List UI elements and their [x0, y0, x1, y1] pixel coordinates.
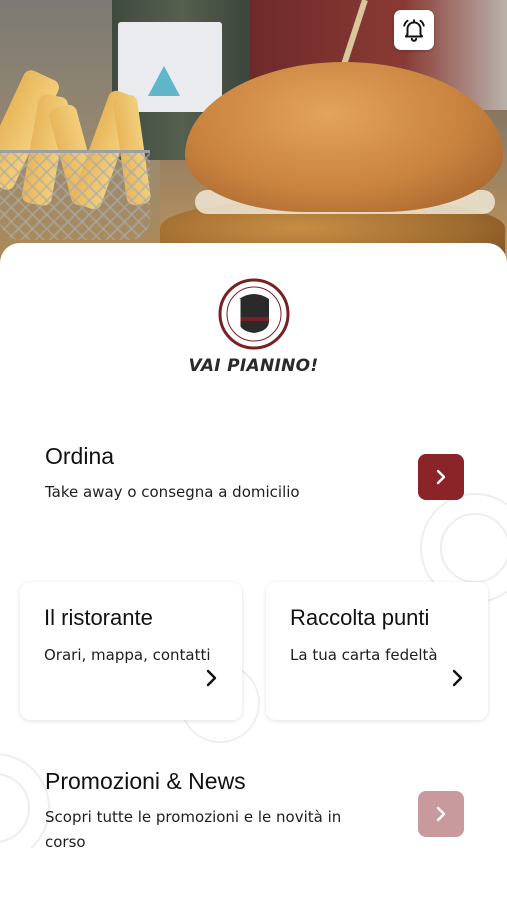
chevron-right-icon	[206, 669, 217, 687]
chevron-right-icon	[436, 806, 446, 822]
card-restaurant-subtitle: Orari, mappa, contatti	[44, 646, 211, 664]
bell-icon	[403, 19, 425, 42]
promo-subtitle-line1: Scopri tutte le promozioni e le novità i…	[45, 808, 342, 826]
card-restaurant[interactable]: Il ristorante Orari, mappa, contatti	[20, 582, 242, 720]
card-loyalty[interactable]: Raccolta punti La tua carta fedeltà	[266, 582, 488, 720]
order-button[interactable]	[418, 454, 464, 500]
chevron-right-icon	[436, 469, 446, 485]
decor-circle	[440, 513, 507, 583]
chevron-right-icon	[452, 669, 463, 687]
brand-name: VAI PIANINO!	[188, 356, 319, 376]
card-restaurant-title: Il ristorante	[44, 605, 153, 630]
brand-logo	[218, 278, 290, 350]
order-subtitle: Take away o consegna a domicilio	[45, 483, 300, 501]
card-loyalty-title: Raccolta punti	[290, 605, 430, 630]
promo-button[interactable]	[418, 791, 464, 837]
order-title: Ordina	[45, 443, 115, 469]
bottom-area	[0, 848, 507, 900]
card-loyalty-subtitle: La tua carta fedeltà	[290, 646, 438, 664]
promo-title: Promozioni & News	[45, 768, 246, 794]
notification-button[interactable]	[394, 10, 434, 50]
